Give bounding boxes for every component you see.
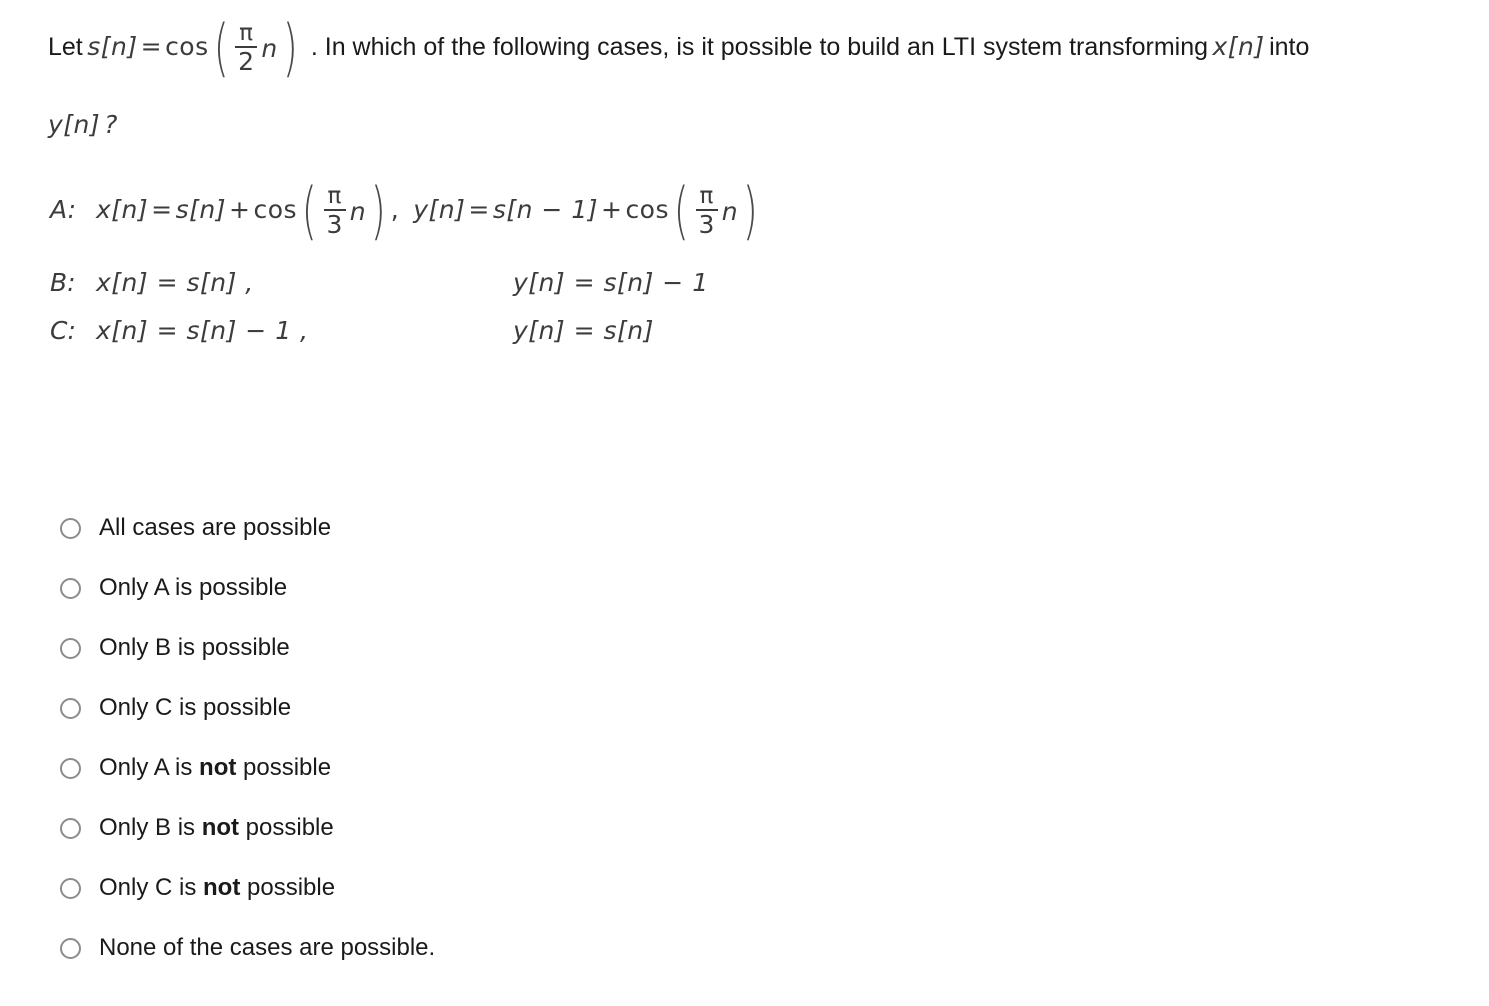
fraction-denominator: 3 [326, 210, 343, 239]
case-c-x-definition: x[n] = s[n] − 1 , [96, 316, 309, 345]
left-paren-glyph: ( [213, 10, 229, 84]
fraction-denominator: 2 [238, 47, 255, 76]
option-row-only-b-is-possible[interactable]: Only B is possible [60, 618, 760, 678]
fraction-pi-over-3: π3 [694, 185, 720, 237]
case-a-x-definition: x[n] = s[n] + cos(π 3 n), [96, 173, 400, 247]
case-row-c: C: x[n] = s[n] − 1 , y[n] = s[n] [50, 316, 653, 345]
option-text-post: possible [236, 754, 332, 781]
case-a-x-term1: s[n] [175, 195, 226, 224]
radio-button-icon[interactable] [60, 577, 81, 599]
case-a-y-plus: + [600, 195, 623, 224]
option-text-post: possible [239, 814, 334, 841]
case-label-b: B: [50, 268, 76, 297]
case-a-x-plus: + [229, 195, 251, 224]
case-row-a: A: x[n] = s[n] + cos(π 3 n), y[n] = s[n − 1] + cos(π… [50, 173, 763, 247]
case-a-x-equals: = [151, 195, 173, 224]
option-row-only-a-is-possible[interactable]: Only A is possible [60, 558, 760, 618]
option-text-pre: All cases are possible [99, 514, 332, 541]
option-text-pre: Only C is [99, 874, 204, 901]
option-row-only-a-is-not-possible[interactable]: Only A is not possible [60, 738, 760, 798]
question-intro-text-3: into [1269, 33, 1310, 61]
option-label: Only B is not possible [99, 814, 334, 842]
case-a-y-equals: = [468, 195, 490, 224]
question-mark: ? [104, 110, 118, 139]
left-paren-glyph: ( [301, 173, 318, 247]
fraction-variable: n [721, 196, 739, 226]
fraction-numerator: π [699, 183, 714, 209]
right-paren-glyph: ) [370, 173, 387, 247]
case-label-a: A: [50, 195, 76, 224]
radio-button-icon[interactable] [60, 877, 81, 899]
radio-button-icon[interactable] [60, 697, 81, 719]
signal-definition-math: s[n] = cos(π 2 n) [87, 16, 311, 78]
option-text-pre: Only A is possible [99, 574, 288, 601]
output-signal-y-of-n: y[n] [48, 110, 101, 139]
option-row-only-c-is-possible[interactable]: Only C is possible [60, 678, 760, 738]
case-a-x-lhs: x[n] [96, 195, 149, 224]
cos-function: cos [165, 32, 209, 61]
option-row-all-cases-are-possible[interactable]: All cases are possible [60, 498, 760, 558]
option-text-pre: Only A is [99, 754, 200, 781]
option-text-pre: Only B is [99, 814, 202, 841]
case-b-x-definition: x[n] = s[n] , [96, 268, 254, 297]
case-a-parenthesized-fraction: (π 3 n) [297, 173, 391, 247]
s-of-n: s[n] [87, 32, 138, 61]
option-row-none-of-the-cases-are-possible[interactable]: None of the cases are possible. [60, 918, 760, 978]
question-intro-text-2: . In which of the following cases, is it… [310, 33, 1209, 61]
case-b-y-definition: y[n] = s[n] − 1 [513, 268, 709, 297]
option-text-pre: Only C is possible [99, 694, 292, 721]
option-text-bold: not [203, 874, 241, 901]
left-paren-glyph: ( [673, 173, 690, 247]
right-paren-glyph: ) [742, 173, 759, 247]
radio-button-icon[interactable] [60, 817, 81, 839]
option-label: Only A is possible [99, 574, 287, 602]
fraction-numerator: π [327, 183, 342, 209]
option-label: None of the cases are possible. [99, 934, 435, 962]
equals-sign: = [140, 32, 163, 61]
case-a-x-cos: cos [253, 195, 298, 224]
option-label: Only C is not possible [99, 874, 335, 902]
option-text-pre: None of the cases are possible. [99, 934, 436, 961]
option-row-only-b-is-not-possible[interactable]: Only B is not possible [60, 798, 760, 858]
fraction-variable: n [349, 196, 367, 226]
parenthesized-fraction: (π 2 n) [209, 10, 303, 84]
fraction-pi-over-2: π2 [233, 22, 259, 74]
input-signal-x-of-n: x[n] [1212, 32, 1265, 61]
option-label: All cases are possible [99, 514, 331, 542]
case-a-y-lhs: y[n] [413, 195, 466, 224]
option-text-bold: not [201, 814, 240, 841]
case-a-comma: , [390, 195, 400, 224]
option-label: Only A is not possible [99, 754, 331, 782]
option-text-pre: Only B is possible [99, 634, 290, 661]
option-label: Only C is possible [99, 694, 291, 722]
option-text-bold: not [199, 754, 237, 781]
fraction-denominator: 3 [698, 210, 715, 239]
question-intro-text-1: Let [48, 33, 83, 61]
case-a-y-cos: cos [625, 195, 670, 224]
question-line-2: y[n]? [48, 110, 118, 139]
fraction-pi-over-3: π3 [322, 185, 348, 237]
question-line-1: Let s[n] = cos(π 2 n) . In which of the foll… [48, 16, 1310, 78]
option-label: Only B is possible [99, 634, 290, 662]
case-label-c: C: [50, 316, 76, 345]
radio-button-icon[interactable] [60, 757, 81, 779]
option-text-post: possible [240, 874, 336, 901]
case-a-y-term1: s[n − 1] [492, 195, 598, 224]
fraction-numerator: π [239, 20, 254, 46]
option-row-only-c-is-not-possible[interactable]: Only C is not possible [60, 858, 760, 918]
case-c-y-definition: y[n] = s[n] [513, 316, 654, 345]
answer-options-list: All cases are possible Only A is possibl… [60, 498, 760, 978]
case-a-y-parenthesized-fraction: (π 3 n) [669, 173, 763, 247]
radio-button-icon[interactable] [60, 637, 81, 659]
fraction-variable: n [261, 33, 278, 63]
case-a-y-definition: y[n] = s[n − 1] + cos(π 3 n) [399, 173, 763, 247]
radio-button-icon[interactable] [60, 937, 81, 959]
right-paren-glyph: ) [282, 10, 298, 84]
radio-button-icon[interactable] [60, 517, 81, 539]
case-row-b: B: x[n] = s[n] , y[n] = s[n] − 1 [50, 268, 708, 297]
